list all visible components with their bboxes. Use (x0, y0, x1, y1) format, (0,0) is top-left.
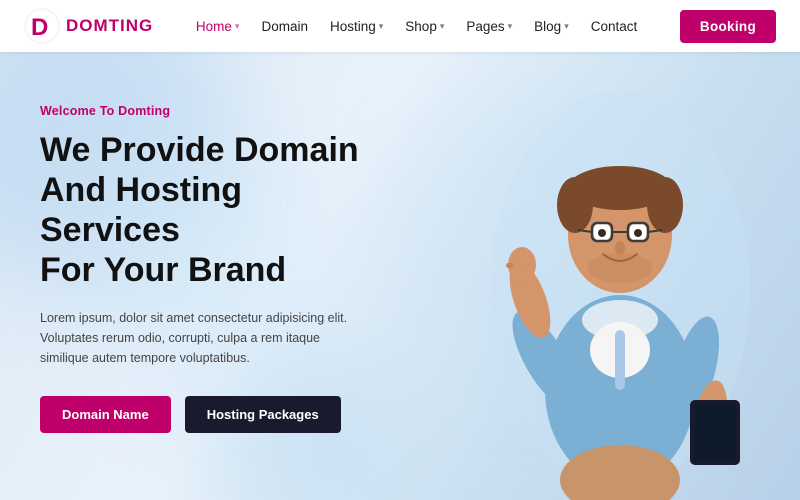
logo[interactable]: D DOMTING (24, 8, 153, 44)
booking-button[interactable]: Booking (680, 10, 776, 43)
nav-item-contact[interactable]: Contact (581, 13, 648, 40)
chevron-down-icon: ▾ (564, 21, 569, 32)
hero-title: We Provide Domain And Hosting Services F… (40, 130, 380, 290)
hero-person-image (470, 80, 770, 500)
svg-text:D: D (31, 14, 48, 41)
nav-link-pages[interactable]: Pages ▾ (456, 13, 522, 40)
chevron-down-icon: ▾ (508, 21, 513, 32)
nav-item-home[interactable]: Home ▾ (186, 13, 250, 40)
navbar: D DOMTING Home ▾ Domain Hosting ▾ Shop ▾ (0, 0, 800, 52)
logo-icon: D (24, 8, 60, 44)
domain-name-button[interactable]: Domain Name (40, 396, 171, 433)
chevron-down-icon: ▾ (379, 21, 384, 32)
hero-title-line3: For Your Brand (40, 251, 286, 289)
hero-title-line2: And Hosting Services (40, 171, 242, 249)
hero-section: Welcome To Domting We Provide Domain And… (0, 52, 800, 500)
nav-item-domain[interactable]: Domain (251, 13, 318, 40)
hero-welcome-text: Welcome To Domting (40, 104, 380, 118)
nav-links: Home ▾ Domain Hosting ▾ Shop ▾ Pages ▾ (186, 13, 647, 40)
nav-item-blog[interactable]: Blog ▾ (524, 13, 579, 40)
nav-item-shop[interactable]: Shop ▾ (395, 13, 454, 40)
logo-text: DOMTING (66, 16, 153, 36)
nav-link-hosting[interactable]: Hosting ▾ (320, 13, 393, 40)
hero-content: Welcome To Domting We Provide Domain And… (0, 52, 420, 433)
hosting-packages-button[interactable]: Hosting Packages (185, 396, 341, 433)
hero-buttons: Domain Name Hosting Packages (40, 396, 380, 433)
nav-link-domain[interactable]: Domain (251, 13, 318, 40)
nav-item-pages[interactable]: Pages ▾ (456, 13, 522, 40)
hero-description: Lorem ipsum, dolor sit amet consectetur … (40, 308, 370, 368)
nav-item-hosting[interactable]: Hosting ▾ (320, 13, 393, 40)
chevron-down-icon: ▾ (440, 21, 445, 32)
hero-title-line1: We Provide Domain (40, 131, 359, 169)
person-svg (470, 80, 770, 500)
nav-link-shop[interactable]: Shop ▾ (395, 13, 454, 40)
nav-link-contact[interactable]: Contact (581, 13, 648, 40)
chevron-down-icon: ▾ (235, 21, 240, 32)
nav-link-home[interactable]: Home ▾ (186, 13, 250, 40)
nav-link-blog[interactable]: Blog ▾ (524, 13, 579, 40)
